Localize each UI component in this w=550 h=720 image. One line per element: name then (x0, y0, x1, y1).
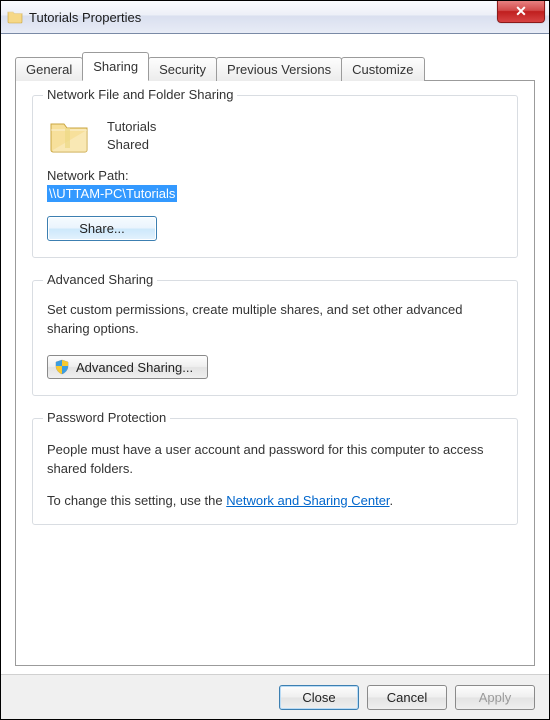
folder-large-icon (49, 118, 89, 154)
tab-general[interactable]: General (15, 57, 83, 81)
window-title: Tutorials Properties (29, 10, 141, 25)
shared-item-text: Tutorials Shared (107, 118, 156, 154)
tab-customize[interactable]: Customize (341, 57, 424, 81)
password-change-suffix: . (390, 493, 394, 508)
network-path-label: Network Path: (47, 168, 503, 183)
group-password-protection: Password Protection People must have a u… (32, 418, 518, 525)
network-sharing-center-link[interactable]: Network and Sharing Center (226, 493, 389, 508)
group-network-sharing: Network File and Folder Sharing Tutorial… (32, 95, 518, 258)
group-title-password: Password Protection (43, 410, 170, 425)
properties-window: Tutorials Properties ✕ General Sharing S… (0, 0, 550, 720)
group-title-advanced: Advanced Sharing (43, 272, 157, 287)
dialog-button-bar: Close Cancel Apply (1, 674, 549, 719)
password-description: People must have a user account and pass… (47, 441, 503, 479)
tab-security[interactable]: Security (148, 57, 217, 81)
advanced-sharing-button-label: Advanced Sharing... (76, 360, 193, 375)
cancel-button[interactable]: Cancel (367, 685, 447, 710)
close-button[interactable]: Close (279, 685, 359, 710)
advanced-sharing-button[interactable]: Advanced Sharing... (47, 355, 208, 379)
tab-strip: General Sharing Security Previous Versio… (15, 52, 535, 80)
title-bar: Tutorials Properties ✕ (1, 1, 549, 34)
password-change-line: To change this setting, use the Network … (47, 493, 503, 508)
close-icon: ✕ (515, 4, 527, 18)
network-path-value[interactable]: \\UTTAM-PC\Tutorials (47, 185, 177, 202)
group-title-network: Network File and Folder Sharing (43, 87, 237, 102)
close-window-button[interactable]: ✕ (497, 0, 545, 23)
share-button[interactable]: Share... (47, 216, 157, 241)
shared-item-row: Tutorials Shared (49, 118, 503, 154)
tab-panel-sharing: Network File and Folder Sharing Tutorial… (15, 80, 535, 666)
shield-icon (54, 359, 70, 375)
shared-item-status: Shared (107, 136, 156, 154)
group-advanced-sharing: Advanced Sharing Set custom permissions,… (32, 280, 518, 396)
apply-button[interactable]: Apply (455, 685, 535, 710)
tab-sharing[interactable]: Sharing (82, 52, 149, 81)
tab-previous-versions[interactable]: Previous Versions (216, 57, 342, 81)
folder-icon (7, 9, 23, 25)
password-change-prefix: To change this setting, use the (47, 493, 226, 508)
tabs-container: General Sharing Security Previous Versio… (1, 34, 549, 666)
advanced-description: Set custom permissions, create multiple … (47, 301, 503, 339)
shared-item-name: Tutorials (107, 118, 156, 136)
